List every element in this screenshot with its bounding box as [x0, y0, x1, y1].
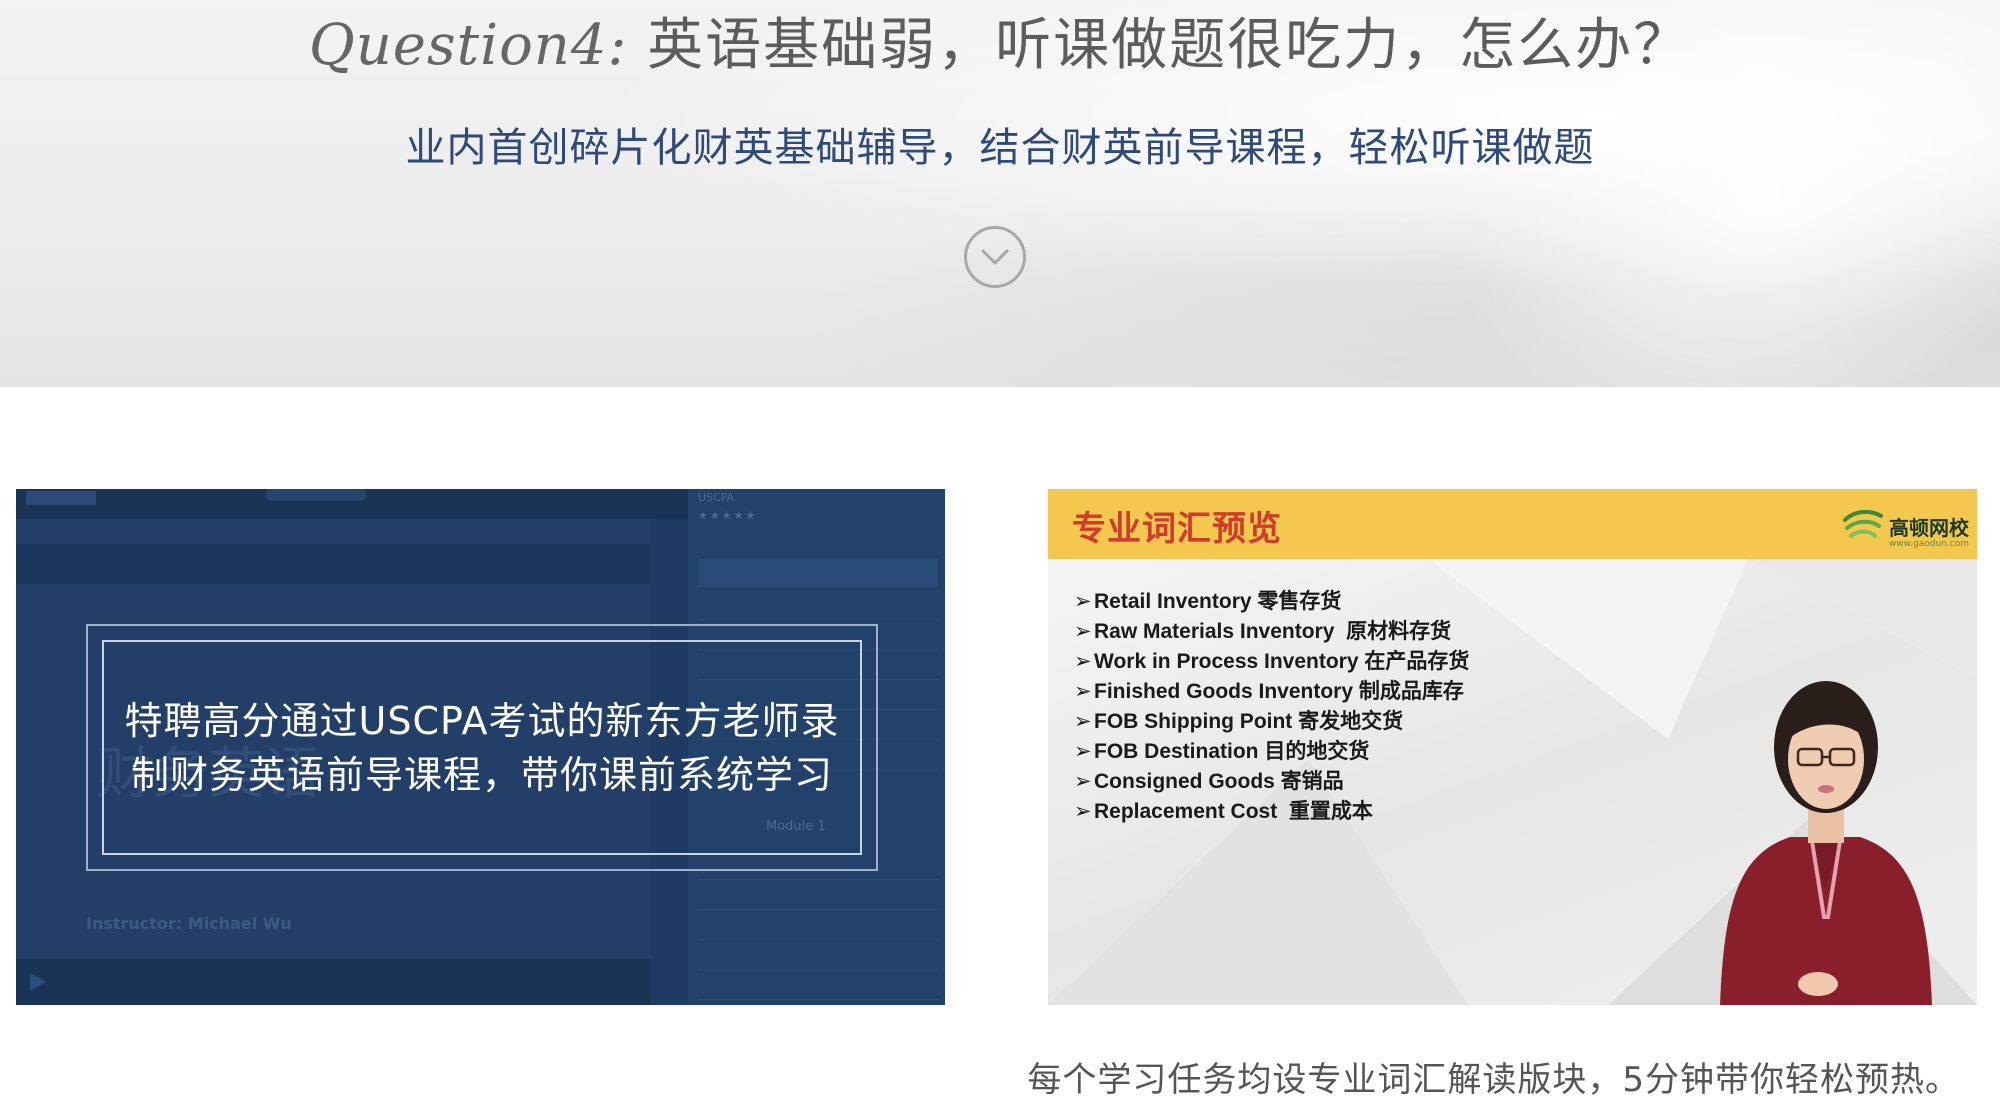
vocab-en: FOB Shipping Point [1094, 710, 1293, 733]
player-control-bar [16, 959, 650, 1005]
list-item [698, 889, 938, 910]
bullet-arrow-icon: ➢ [1074, 590, 1092, 613]
question-title: Question4: 英语基础弱，听课做题很吃力，怎么办？ [0, 6, 2000, 86]
vocab-en: Replacement Cost [1094, 800, 1278, 823]
vocab-preview-image: 专业词汇预览 高顿网校 www.gaodun.com ➢ Retail Inven… [1048, 489, 1977, 1005]
vocab-en: Work in Process Inventory [1094, 650, 1359, 673]
vocab-item: ➢ Finished Goods Inventory 制成品库存 [1074, 677, 1469, 707]
gaodun-logo-icon [1843, 509, 1883, 538]
logo-url: www.gaodun.com [1888, 539, 1969, 549]
list-item [698, 949, 938, 970]
bullet-arrow-icon: ➢ [1074, 800, 1092, 823]
vocab-item: ➢ Consigned Goods 寄销品 [1074, 767, 1469, 797]
bullet-arrow-icon: ➢ [1074, 740, 1092, 763]
list-item [698, 919, 938, 940]
vocab-en: Raw Materials Inventory [1094, 620, 1335, 643]
bullet-arrow-icon: ➢ [1074, 770, 1092, 793]
brand-logo: 高顿网校 www.gaodun.com [1841, 503, 1969, 549]
question-subtitle: 业内首创碎片化财英基础辅导，结合财英前导课程，轻松听课做题 [405, 125, 1595, 171]
bullet-arrow-icon: ➢ [1074, 620, 1092, 643]
play-icon [30, 973, 46, 991]
vocab-zh: 制成品库存 [1358, 680, 1464, 703]
bullet-arrow-icon: ➢ [1074, 650, 1092, 673]
vocab-en: FOB Destination [1094, 740, 1259, 763]
vocab-en: Retail Inventory [1094, 590, 1252, 613]
bullet-arrow-icon: ➢ [1074, 710, 1092, 733]
video-breadcrumb-bar [16, 544, 650, 584]
slide-header: 专业词汇预览 高顿网校 www.gaodun.com [1048, 489, 1977, 559]
bullet-arrow-icon: ➢ [1074, 680, 1092, 703]
course-preview-image: 财务英语 Instructor: Michael Wu USCPA ★★★★★ … [16, 489, 945, 1005]
overlay-text: 特聘高分通过USCPA考试的新东方老师录制财务英语前导课程，带你课前系统学习 [124, 698, 840, 797]
vocab-item: ➢ Raw Materials Inventory 原材料存货 [1074, 617, 1469, 647]
vocab-zh: 寄销品 [1280, 770, 1344, 793]
slide-title: 专业词汇预览 [1072, 509, 1282, 549]
vocab-item: ➢ FOB Destination 目的地交货 [1074, 737, 1469, 767]
player-tab [266, 489, 366, 501]
video-instructor-label: Instructor: Michael Wu [86, 914, 292, 933]
logo-name: 高顿网校 [1889, 515, 1969, 540]
vocab-en: Consigned Goods [1094, 770, 1275, 793]
list-item [698, 599, 938, 620]
vocab-zh: 目的地交货 [1264, 740, 1370, 763]
vocab-en: Finished Goods Inventory [1094, 680, 1354, 703]
question-text: 英语基础弱，听课做题很吃力，怎么办？ [647, 13, 1692, 78]
overlay-frame: 特聘高分通过USCPA考试的新东方老师录制财务英语前导课程，带你课前系统学习 [86, 624, 878, 871]
vocab-zh: 寄发地交货 [1298, 710, 1404, 733]
scroll-down-button[interactable] [964, 226, 1026, 288]
vocab-caption: 每个学习任务均设专业词汇解读版块，5分钟带你轻松预热。 [1027, 1060, 1960, 1100]
question-prefix: Question4: [308, 13, 628, 78]
sidebar-tabs [698, 559, 938, 587]
overlay-inner-frame: 特聘高分通过USCPA考试的新东方老师录制财务英语前导课程，带你课前系统学习 [102, 640, 862, 855]
chevron-down-icon [981, 249, 1009, 265]
presenter-figure [1720, 681, 1932, 1005]
vocab-zh: 原材料存货 [1346, 620, 1452, 643]
vocab-item: ➢ Retail Inventory 零售存货 [1074, 587, 1469, 617]
vocab-item: ➢ Replacement Cost 重置成本 [1074, 797, 1469, 827]
vocab-zh: 重置成本 [1288, 800, 1373, 823]
vocab-list: ➢ Retail Inventory 零售存货 ➢ Raw Materials In… [1074, 587, 1469, 827]
question-banner: Question4: 英语基础弱，听课做题很吃力，怎么办？ 业内首创碎片化财英基… [0, 0, 2000, 387]
vocab-zh: 零售存货 [1257, 590, 1342, 613]
vocab-item: ➢ FOB Shipping Point 寄发地交货 [1074, 707, 1469, 737]
vocab-zh: 在产品存货 [1364, 650, 1470, 673]
sidebar-title: USCPA [698, 491, 735, 504]
rating-stars: ★★★★★ [698, 509, 758, 522]
player-logo [26, 491, 96, 505]
vocab-item: ➢ Work in Process Inventory 在产品存货 [1074, 647, 1469, 677]
list-item [698, 979, 938, 1000]
